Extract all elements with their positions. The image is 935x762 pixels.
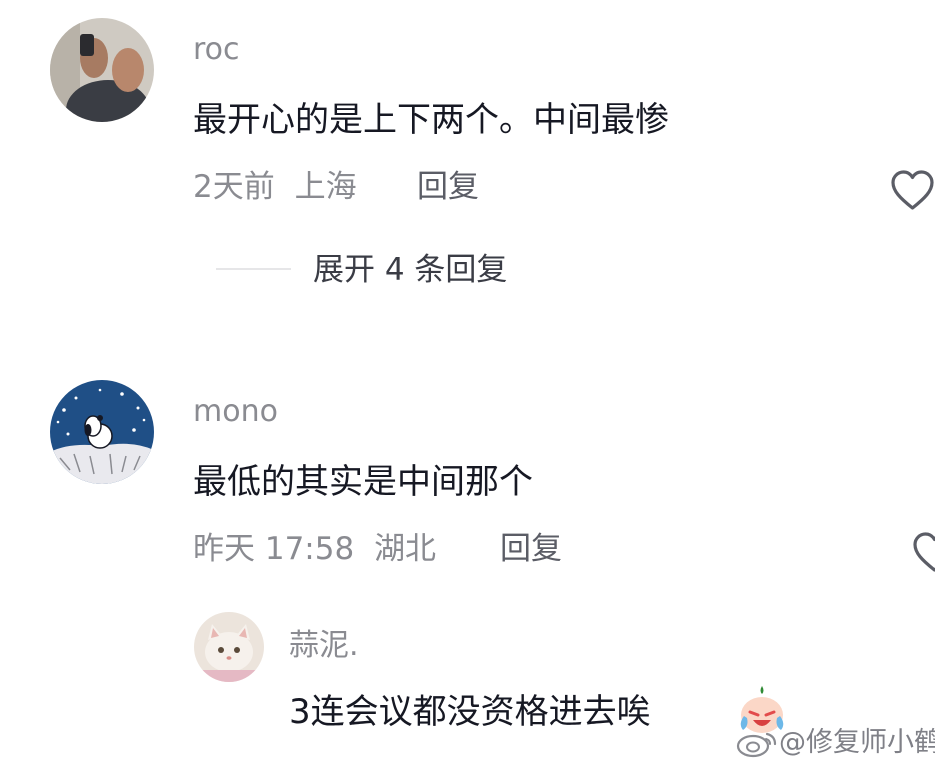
comment-location: 上海 bbox=[294, 169, 357, 205]
comment-text: 最开心的是上下两个。中间最惨 bbox=[193, 100, 669, 140]
weibo-logo-icon bbox=[735, 728, 779, 758]
user-photo-icon bbox=[50, 18, 154, 122]
avatar-mono[interactable] bbox=[50, 380, 154, 484]
watermark-text: @修复师小鹤 bbox=[779, 727, 935, 758]
comment-username[interactable]: mono bbox=[193, 392, 278, 432]
avatar-roc[interactable] bbox=[50, 18, 154, 122]
expand-replies-divider bbox=[216, 268, 291, 270]
comment-time: 2天前 bbox=[193, 169, 275, 205]
comment-text: 最低的其实是中间那个 bbox=[193, 462, 533, 502]
comment-time: 昨天 17:58 bbox=[193, 531, 355, 567]
comment-meta: 昨天 17:58 湖北 bbox=[193, 528, 436, 570]
reply-text: 3连会议都没资格进去唉 bbox=[289, 690, 651, 734]
snoopy-avatar-icon bbox=[50, 380, 154, 484]
reply-username[interactable]: 蒜泥. bbox=[289, 626, 359, 666]
reply-text-content: 3连会议都没资格进去唉 bbox=[289, 692, 651, 732]
comment-location: 湖北 bbox=[374, 531, 437, 567]
heart-outline-icon[interactable] bbox=[890, 168, 935, 213]
comment-username[interactable]: roc bbox=[193, 30, 240, 70]
reply-button[interactable]: 回复 bbox=[500, 528, 562, 570]
expand-replies-button[interactable]: 展开 4 条回复 bbox=[313, 249, 507, 291]
avatar-reply[interactable] bbox=[194, 612, 264, 682]
reply-button[interactable]: 回复 bbox=[417, 166, 479, 208]
heart-outline-icon[interactable] bbox=[912, 530, 935, 575]
cat-avatar-icon bbox=[194, 612, 264, 682]
comment-meta: 2天前 上海 bbox=[193, 166, 357, 208]
